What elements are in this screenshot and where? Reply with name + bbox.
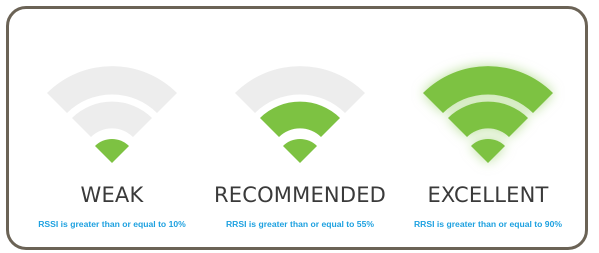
level-caption: RRSI is greater than or equal to 55% bbox=[225, 219, 375, 229]
wifi-dot bbox=[283, 138, 317, 163]
wifi-dot bbox=[471, 138, 505, 163]
wifi-excellent-icon bbox=[423, 66, 553, 163]
wifi-weak-icon bbox=[47, 66, 177, 163]
signal-strength-panel: WEAK RSSI is greater than or equal to 10… bbox=[6, 6, 588, 250]
level-excellent: EXCELLENT RRSI is greater than or equal … bbox=[391, 9, 585, 247]
wifi-arc-middle bbox=[260, 101, 340, 137]
wifi-arc-middle bbox=[448, 101, 528, 137]
level-caption: RSSI is greater than or equal to 10% bbox=[38, 219, 186, 229]
wifi-arc-middle bbox=[72, 101, 152, 137]
level-label: WEAK bbox=[80, 183, 144, 207]
level-caption: RRSI is greater than or equal to 90% bbox=[413, 219, 563, 229]
level-label: EXCELLENT bbox=[427, 183, 549, 207]
level-recommended: RECOMMENDED RRSI is greater than or equa… bbox=[203, 9, 397, 247]
level-label: RECOMMENDED bbox=[213, 183, 387, 207]
wifi-dot bbox=[95, 138, 129, 163]
wifi-recommended-icon bbox=[235, 66, 365, 163]
level-weak: WEAK RSSI is greater than or equal to 10… bbox=[15, 9, 209, 247]
